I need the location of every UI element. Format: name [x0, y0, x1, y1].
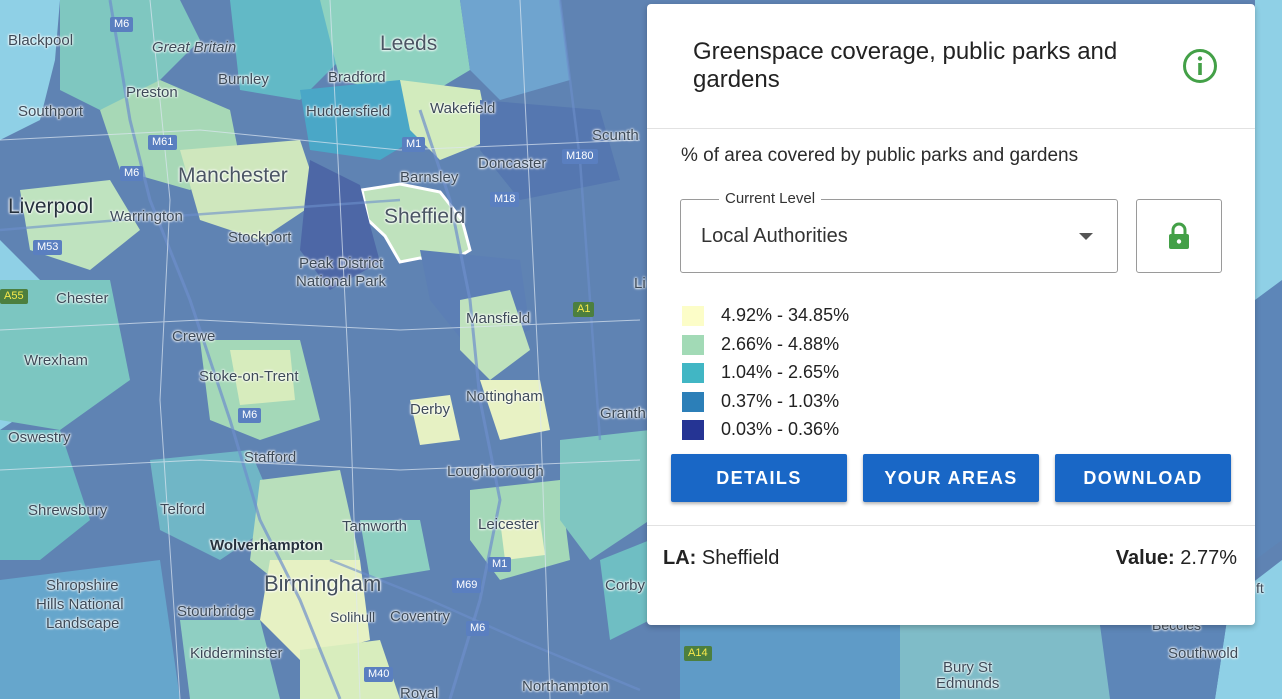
- place-label-warrington: Warrington: [110, 208, 183, 225]
- place-label-loughborough: Loughborough: [447, 463, 544, 480]
- legend-label: 0.03% - 0.36%: [721, 419, 840, 439]
- place-label-wrexham: Wrexham: [24, 352, 88, 369]
- place-label-lincoln: Li: [634, 275, 646, 292]
- legend-swatch: [682, 334, 704, 355]
- road-shield-m6: M6: [466, 621, 490, 636]
- place-label-solihull: Solihull: [330, 609, 376, 625]
- road-shield-m1: M1: [402, 137, 426, 152]
- place-label-bradford: Bradford: [328, 69, 386, 86]
- road-shield-m40: M40: [364, 667, 394, 682]
- road-shield-a14: A14: [684, 646, 712, 661]
- place-label-nottingham: Nottingham: [466, 388, 543, 405]
- place-label-barnsley: Barnsley: [400, 169, 459, 186]
- place-label-edmunds: Edmunds: [936, 675, 1000, 692]
- lock-icon: [1169, 222, 1189, 249]
- road-shield-m6: M6: [110, 17, 134, 32]
- legend-swatch: [682, 363, 704, 383]
- info-icon[interactable]: [1182, 48, 1218, 84]
- info-panel: Greenspace coverage, public parks and ga…: [647, 4, 1255, 625]
- current-level-value: Local Authorities: [701, 225, 848, 247]
- road-shield-a55: A55: [0, 289, 28, 304]
- chevron-down-icon: [1079, 233, 1093, 240]
- current-level-select[interactable]: Current Level Local Authorities: [680, 190, 1118, 273]
- place-label-great-britain: Great Britain: [152, 39, 237, 56]
- selected-value: Value: 2.77%: [1116, 547, 1237, 570]
- place-label-shropshire-2: Hills National: [36, 596, 124, 613]
- road-shield-m6: M6: [120, 166, 144, 181]
- legend-label: 1.04% - 2.65%: [721, 362, 840, 382]
- panel-divider: [647, 525, 1255, 526]
- place-label-doncaster: Doncaster: [478, 155, 547, 172]
- road-shield-m69: M69: [452, 578, 482, 593]
- place-label-stockport: Stockport: [228, 229, 292, 246]
- road-shield-m6: M6: [238, 408, 262, 423]
- place-label-wolverhampton: Wolverhampton: [210, 537, 324, 554]
- road-shield-m180: M180: [562, 149, 598, 164]
- place-label-liverpool: Liverpool: [8, 195, 94, 218]
- place-label-huddersfield: Huddersfield: [306, 103, 391, 120]
- selected-value-label: Value:: [1115, 547, 1175, 569]
- road-shield-a1: A1: [573, 302, 595, 317]
- place-label-blackpool: Blackpool: [8, 32, 74, 49]
- place-label-peak-district: Peak District: [299, 255, 384, 272]
- place-label-stafford: Stafford: [244, 449, 297, 466]
- road-shield-m61: M61: [148, 135, 178, 150]
- current-level-label: Current Level: [719, 190, 822, 207]
- selected-area-label: LA:: [663, 547, 697, 569]
- place-label-stourbridge: Stourbridge: [177, 603, 255, 620]
- lock-button[interactable]: [1136, 199, 1222, 273]
- place-label-tamworth: Tamworth: [342, 518, 408, 535]
- place-label-northampton: Northampton: [522, 678, 609, 695]
- place-label-mansfield: Mansfield: [466, 310, 531, 327]
- place-label-corby: Corby: [605, 577, 646, 594]
- download-button[interactable]: DOWNLOAD: [1055, 454, 1231, 502]
- info-button[interactable]: [1182, 48, 1218, 84]
- place-label-oswestry: Oswestry: [8, 429, 71, 446]
- place-label-wakefield: Wakefield: [430, 100, 496, 117]
- place-label-shropshire-3: Landscape: [46, 615, 120, 632]
- place-label-edge: ft: [1256, 580, 1264, 596]
- legend-label: 2.66% - 4.88%: [721, 333, 840, 354]
- road-shield-m53: M53: [33, 240, 63, 255]
- place-label-stoke: Stoke-on-Trent: [199, 368, 299, 385]
- place-label-leeds: Leeds: [380, 32, 438, 55]
- place-label-bury: Bury St: [943, 659, 993, 676]
- your-areas-button[interactable]: YOUR AREAS: [863, 454, 1039, 502]
- details-button[interactable]: DETAILS: [671, 454, 847, 502]
- place-label-preston: Preston: [126, 84, 178, 101]
- place-label-derby: Derby: [410, 401, 451, 418]
- legend-swatch: [682, 391, 704, 412]
- place-label-kidderminster: Kidderminster: [190, 645, 283, 662]
- road-shield-m1: M1: [488, 557, 512, 572]
- place-label-coventry: Coventry: [390, 608, 451, 625]
- place-label-royal: Royal: [400, 685, 439, 699]
- selected-value-value: 2.77%: [1180, 547, 1237, 569]
- place-label-national-park: National Park: [296, 273, 387, 290]
- indicator-subtitle: % of area covered by public parks and ga…: [681, 145, 1079, 166]
- panel-title: Greenspace coverage, public parks and ga…: [693, 38, 1118, 93]
- place-label-telford: Telford: [160, 501, 206, 518]
- place-label-grantham: Granth: [600, 405, 646, 422]
- place-label-shrewsbury: Shrewsbury: [28, 502, 108, 519]
- legend-label: 4.92% - 34.85%: [721, 305, 850, 325]
- selected-area-value: Sheffield: [701, 547, 780, 569]
- place-label-leicester: Leicester: [478, 516, 539, 533]
- place-label-birmingham: Birmingham: [264, 571, 382, 596]
- place-label-manchester: Manchester: [178, 164, 288, 187]
- place-label-southwold: Southwold: [1168, 645, 1239, 662]
- place-label-burnley: Burnley: [218, 71, 269, 88]
- legend-swatch: [682, 306, 704, 326]
- selected-area: LA: Sheffield: [663, 547, 779, 570]
- place-label-crewe: Crewe: [172, 328, 216, 345]
- place-label-scunthorpe: Scunth: [592, 127, 639, 144]
- legend-label: 0.37% - 1.03%: [721, 390, 840, 411]
- place-label-chester: Chester: [56, 290, 109, 307]
- road-shield-m18: M18: [490, 192, 520, 207]
- panel-header: Greenspace coverage, public parks and ga…: [647, 4, 1255, 129]
- place-label-shropshire-1: Shropshire: [46, 577, 119, 594]
- place-label-southport: Southport: [18, 103, 84, 120]
- place-label-sheffield: Sheffield: [384, 205, 466, 228]
- legend-swatch: [682, 420, 704, 440]
